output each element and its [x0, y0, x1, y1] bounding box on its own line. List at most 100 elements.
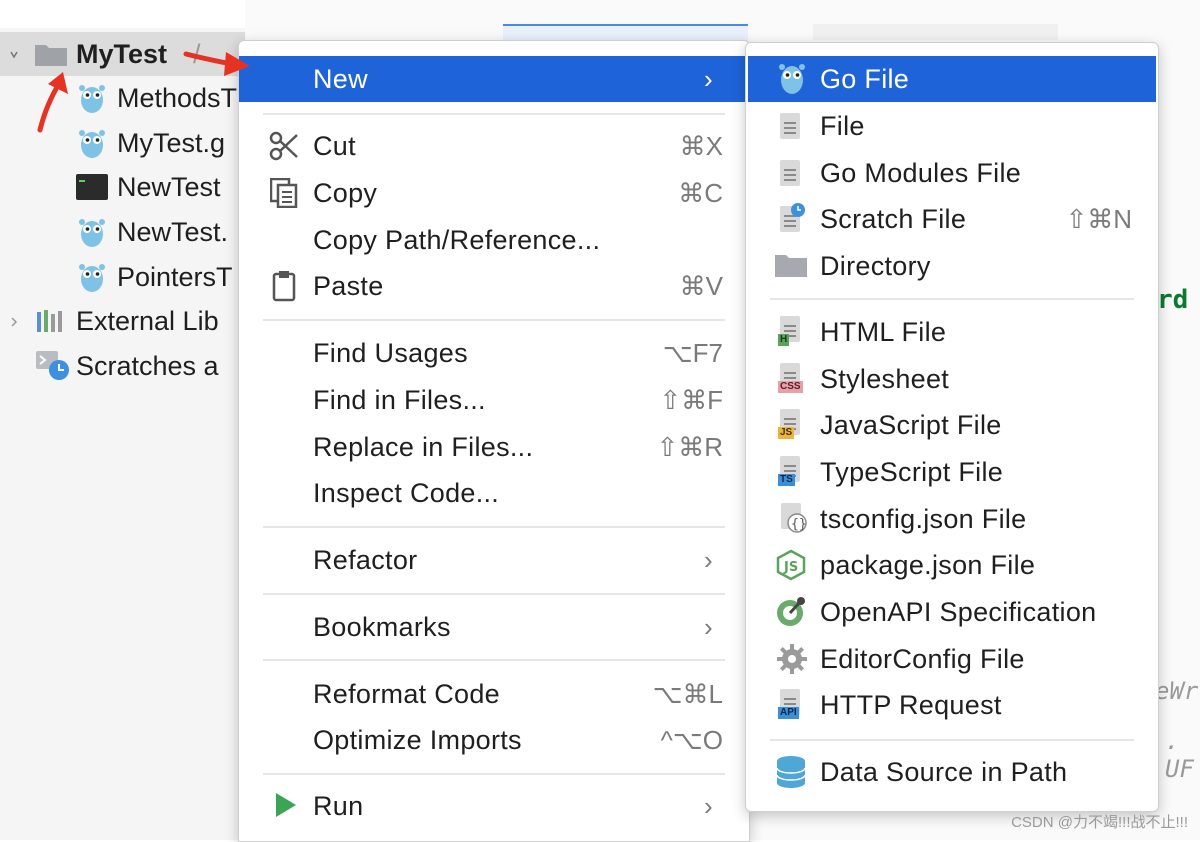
- menu-item-label: Bookmarks: [313, 611, 451, 642]
- tree-item-label: MyTest.g: [117, 127, 226, 158]
- terminal-icon: [76, 174, 108, 200]
- scratches-icon: [36, 351, 70, 381]
- menu-item-label: Stylesheet: [820, 363, 950, 394]
- menu-item-copy-path[interactable]: Copy Path/Reference...: [239, 217, 749, 263]
- menu-item-label: HTML File: [820, 316, 947, 347]
- tree-item-label: MethodsT: [117, 82, 238, 113]
- new-submenu: Go File File Go Modules File Scratch Fil…: [745, 42, 1159, 812]
- menu-item-replace-in-files[interactable]: Replace in Files... ⇧⌘R: [239, 424, 749, 470]
- menu-item-label: Find Usages: [313, 337, 468, 368]
- gear-icon: [777, 644, 807, 679]
- menu-item-label: Copy Path/Reference...: [313, 224, 601, 255]
- tree-item-label: NewTest.: [117, 216, 229, 247]
- menu-item-find-usages[interactable]: Find Usages ⌥F7: [239, 330, 749, 376]
- tree-item-label: External Lib: [76, 305, 219, 336]
- tree-item-label: NewTest: [117, 171, 221, 202]
- editor-code-fragment: rd: [1157, 285, 1189, 315]
- tree-root-label: MyTest: [76, 38, 168, 69]
- menu-item-shortcut: ⌥F7: [662, 337, 723, 368]
- menu-item-reformat-code[interactable]: Reformat Code ⌥⌘L: [239, 671, 749, 717]
- chevron-down-icon[interactable]: [10, 48, 18, 60]
- tree-item-file[interactable]: MyTest.g: [0, 121, 225, 165]
- menu-item-shortcut: ⇧⌘N: [1065, 203, 1132, 234]
- submenu-item-package-json-file[interactable]: JS package.json File: [746, 542, 1158, 588]
- menu-item-label: OpenAPI Specification: [820, 596, 1097, 627]
- submenu-item-directory[interactable]: Directory: [746, 243, 1158, 289]
- tree-item-label: Scratches a: [76, 350, 219, 381]
- menu-item-new[interactable]: New ›: [239, 56, 749, 102]
- submenu-item-javascript-file[interactable]: JS JavaScript File: [746, 402, 1158, 448]
- menu-item-label: Scratch File: [820, 203, 967, 234]
- tree-item-file[interactable]: NewTest.: [0, 210, 228, 254]
- tree-item-scratches[interactable]: Scratches a: [0, 344, 219, 388]
- scissors-icon: [269, 131, 299, 166]
- css-badge: CSS: [778, 381, 803, 393]
- menu-item-inspect-code[interactable]: Inspect Code...: [239, 470, 749, 516]
- menu-item-label: HTTP Request: [820, 689, 1002, 720]
- submenu-item-data-source-in-path[interactable]: Data Source in Path: [746, 749, 1158, 795]
- menu-separator: [263, 319, 725, 321]
- html-file-icon: H: [778, 316, 800, 346]
- chevron-right-icon: ›: [704, 63, 713, 94]
- menu-item-label: Refactor: [313, 544, 418, 575]
- menu-item-cut[interactable]: Cut ⌘X: [239, 123, 749, 169]
- chevron-right-icon: ›: [704, 790, 713, 821]
- submenu-item-typescript-file[interactable]: TS TypeScript File: [746, 449, 1158, 495]
- menu-item-copy[interactable]: Copy ⌘C: [239, 170, 749, 216]
- submenu-item-html-file[interactable]: H HTML File: [746, 309, 1158, 355]
- menu-separator: [263, 526, 725, 528]
- submenu-item-go-modules-file[interactable]: Go Modules File: [746, 150, 1158, 196]
- tree-item-file[interactable]: NewTest: [0, 165, 221, 209]
- ts-file-icon: TS: [778, 456, 800, 486]
- menu-item-label: Find in Files...: [313, 384, 486, 415]
- menu-item-label: package.json File: [820, 549, 1036, 580]
- folder-icon: [34, 41, 68, 67]
- menu-item-label: TypeScript File: [820, 456, 1004, 487]
- openapi-icon: [775, 596, 807, 633]
- tree-item-external-libraries[interactable]: External Lib: [0, 299, 219, 343]
- menu-item-run[interactable]: Run ›: [239, 783, 749, 829]
- submenu-item-scratch-file[interactable]: Scratch File ⇧⌘N: [746, 196, 1158, 242]
- menu-item-label: Data Source in Path: [820, 756, 1068, 787]
- menu-item-find-in-files[interactable]: Find in Files... ⇧⌘F: [239, 377, 749, 423]
- tree-root-path: /: [193, 38, 201, 69]
- submenu-item-stylesheet[interactable]: CSS Stylesheet: [746, 356, 1158, 402]
- submenu-item-openapi-spec[interactable]: OpenAPI Specification: [746, 589, 1158, 635]
- menu-item-label: Directory: [820, 250, 931, 281]
- library-icon: [36, 308, 68, 334]
- gopher-icon: [778, 61, 806, 100]
- tree-item-label: PointersT: [117, 261, 233, 292]
- menu-separator: [263, 593, 725, 595]
- tree-item-file[interactable]: MethodsT: [0, 76, 237, 120]
- menu-item-label: JavaScript File: [820, 409, 1002, 440]
- menu-item-refactor[interactable]: Refactor ›: [239, 537, 749, 583]
- gopher-icon: [78, 127, 106, 159]
- menu-item-shortcut: ⇧⌘R: [656, 431, 723, 462]
- submenu-item-http-request[interactable]: API HTTP Request: [746, 682, 1158, 728]
- js-badge: JS: [778, 427, 795, 439]
- folder-icon: [774, 252, 808, 283]
- menu-item-paste[interactable]: Paste ⌘V: [239, 263, 749, 309]
- api-file-icon: API: [778, 689, 800, 719]
- chevron-right-icon[interactable]: [10, 315, 18, 327]
- menu-item-bookmarks[interactable]: Bookmarks ›: [239, 604, 749, 650]
- menu-item-label: Cut: [313, 130, 356, 161]
- menu-item-optimize-imports[interactable]: Optimize Imports ^⌥O: [239, 717, 749, 763]
- editor-tab[interactable]: [813, 24, 1058, 40]
- html-badge: H: [778, 334, 790, 346]
- menu-item-label: New: [313, 63, 368, 94]
- tree-item-root[interactable]: MyTest /: [0, 32, 245, 76]
- scratch-file-icon: [778, 202, 806, 239]
- nodejs-icon: JS: [776, 549, 806, 586]
- copy-icon: [269, 177, 298, 213]
- ts-badge: TS: [778, 474, 795, 486]
- submenu-item-editorconfig-file[interactable]: EditorConfig File: [746, 636, 1158, 682]
- menu-item-label: File: [820, 110, 865, 141]
- menu-separator: [263, 659, 725, 661]
- tree-item-file[interactable]: PointersT: [0, 255, 233, 299]
- file-icon: [780, 113, 800, 139]
- submenu-item-go-file[interactable]: Go File: [748, 56, 1156, 102]
- submenu-item-tsconfig-file[interactable]: {} tsconfig.json File: [746, 496, 1158, 542]
- watermark: CSDN @力不竭!!!战不止!!!: [1011, 814, 1188, 831]
- submenu-item-file[interactable]: File: [746, 103, 1158, 149]
